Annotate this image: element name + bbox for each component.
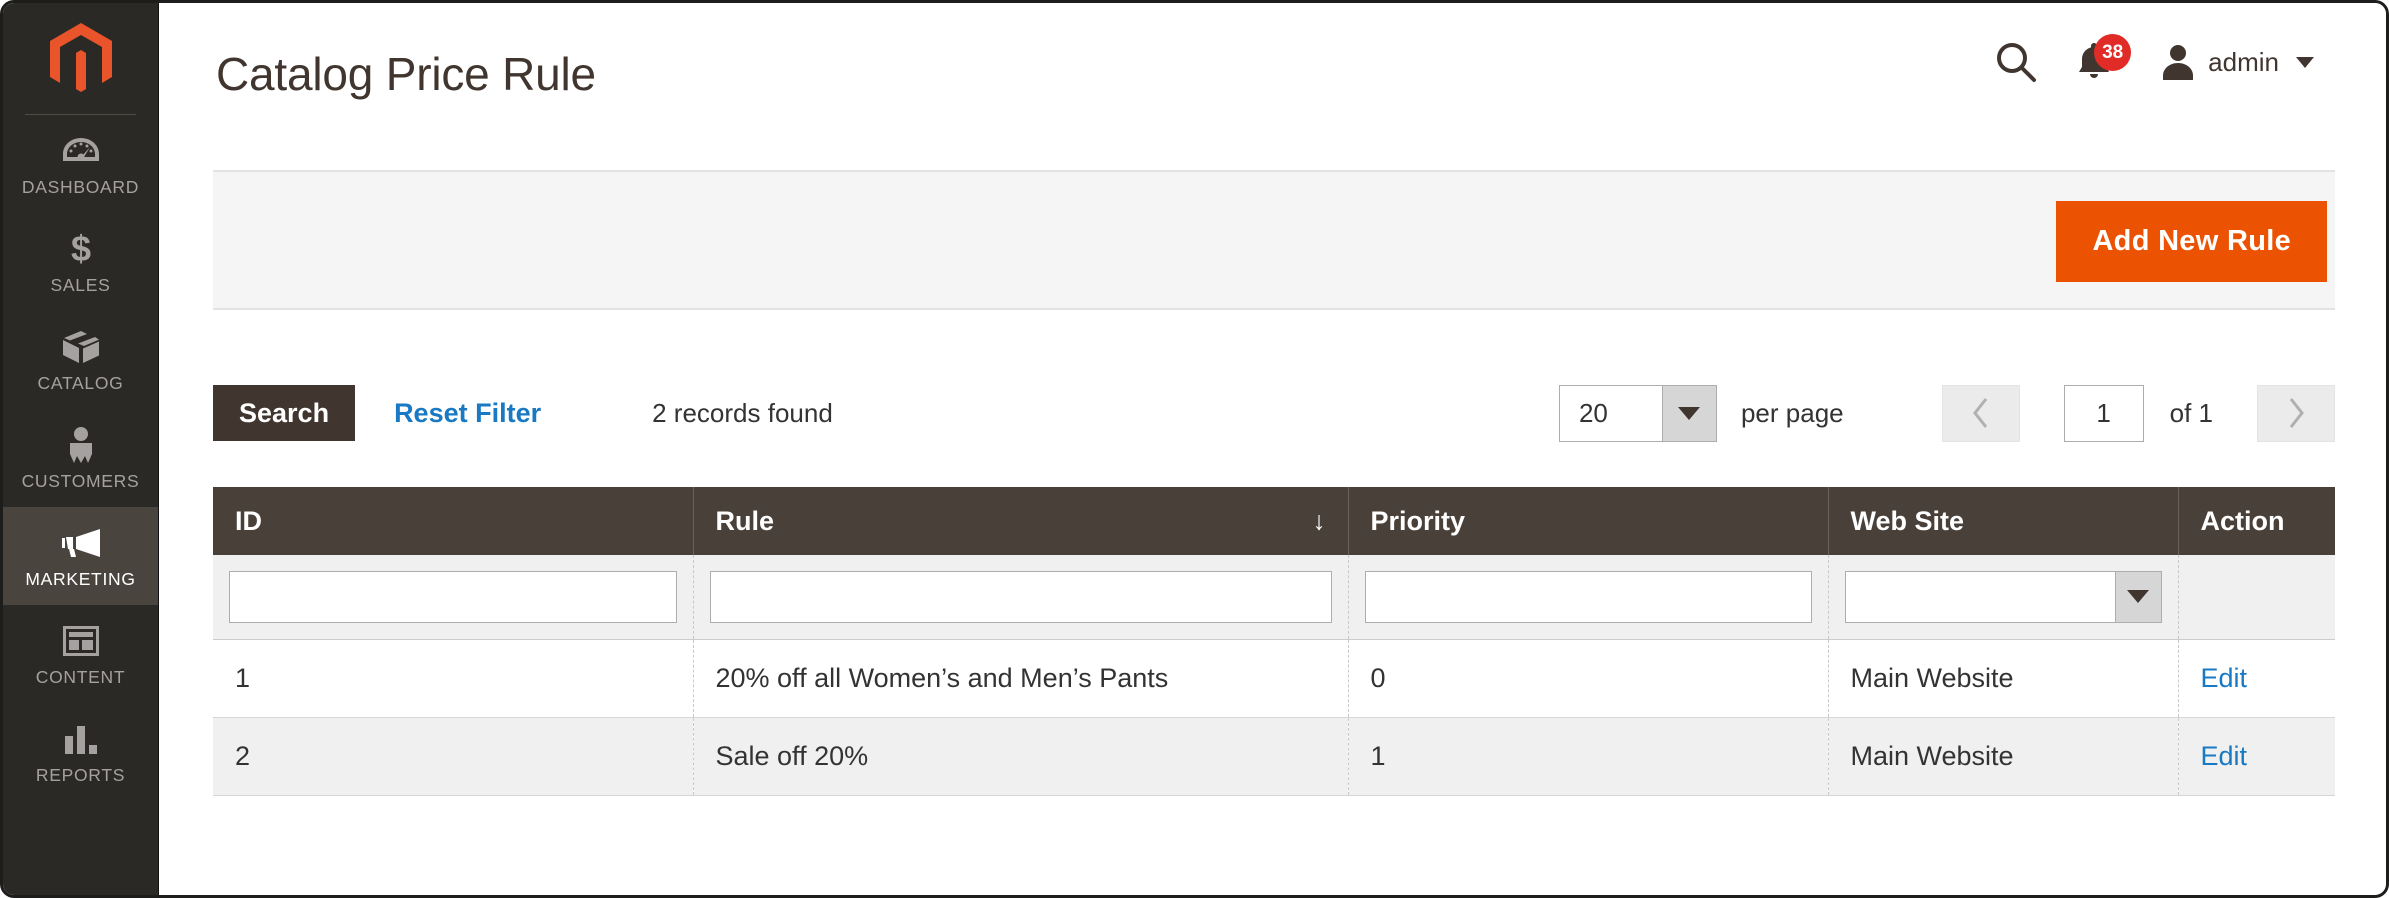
chevron-down-icon [2114, 571, 2161, 622]
column-label: Web Site [1850, 505, 1965, 536]
filter-cell-rule [693, 555, 1349, 640]
column-label: ID [235, 505, 262, 536]
table-row[interactable]: 1 20% off all Women’s and Men’s Pants 0 … [213, 639, 2335, 718]
add-new-rule-button[interactable]: Add New Rule [2056, 201, 2327, 282]
sidebar-item-dashboard[interactable]: DASHBOARD [3, 115, 158, 213]
admin-window: DASHBOARD $ SALES CATALOG CUSTOMERS MARK… [0, 0, 2389, 898]
cell-website: Main Website [1828, 639, 2179, 718]
total-pages-label: of 1 [2169, 397, 2213, 428]
cell-priority: 0 [1348, 639, 1829, 718]
filter-cell-id [213, 555, 694, 640]
admin-user-name: admin [2208, 47, 2279, 77]
next-page-button[interactable] [2257, 384, 2335, 442]
sidebar-item-label: CATALOG [37, 372, 124, 393]
sort-descending-icon: ↓ [1312, 505, 1326, 536]
search-button[interactable]: Search [213, 385, 356, 441]
table-row[interactable]: 2 Sale off 20% 1 Main Website Edit [213, 717, 2335, 796]
page-actions-bar: Add New Rule [213, 170, 2335, 310]
sidebar-item-label: REPORTS [35, 764, 126, 785]
filter-select-value [1846, 572, 2115, 622]
box-icon [61, 328, 101, 366]
column-label: Rule [715, 505, 775, 536]
column-label: Priority [1370, 505, 1466, 536]
grid-header-row: ID Rule ↓ Priority Web Site Action [213, 487, 2335, 555]
person-icon [66, 426, 96, 464]
layout-icon [62, 622, 99, 660]
header-actions: 38 admin [1995, 34, 2314, 83]
bar-chart-icon [64, 720, 98, 758]
per-page-select[interactable]: 20 [1558, 384, 1717, 442]
per-page-label: per page [1740, 397, 1844, 428]
cell-id: 2 [213, 717, 694, 796]
column-header-rule[interactable]: Rule ↓ [693, 487, 1349, 555]
previous-page-button[interactable] [1941, 384, 2020, 442]
column-header-id[interactable]: ID [213, 487, 694, 555]
filter-cell-action [2178, 555, 2335, 640]
grid-filter-row [213, 555, 2335, 640]
chevron-left-icon [1972, 398, 1987, 428]
notifications-button[interactable]: 38 [2077, 34, 2132, 81]
svg-text:$: $ [70, 230, 90, 268]
chevron-down-icon [1661, 385, 1716, 441]
dollar-icon: $ [70, 230, 92, 268]
records-found-text: 2 records found [652, 397, 833, 428]
chevron-down-icon [2296, 56, 2314, 68]
cell-rule: Sale off 20% [693, 717, 1349, 796]
search-icon[interactable] [1995, 41, 2037, 83]
cell-action: Edit [2178, 639, 2335, 718]
sidebar-item-catalog[interactable]: CATALOG [3, 311, 158, 409]
page-number-input[interactable] [2063, 384, 2144, 442]
column-label: Action [2200, 505, 2285, 536]
chevron-right-icon [2289, 398, 2304, 428]
cell-rule: 20% off all Women’s and Men’s Pants [693, 639, 1349, 718]
cell-website: Main Website [1828, 717, 2179, 796]
filter-select-website[interactable] [1844, 570, 2162, 623]
grid-toolbar: Search Reset Filter 2 records found 20 p… [213, 384, 2335, 442]
admin-user-menu[interactable]: admin [2161, 44, 2314, 80]
filter-cell-priority [1348, 555, 1829, 640]
sidebar-item-content[interactable]: CONTENT [3, 605, 158, 703]
sidebar-item-sales[interactable]: $ SALES [3, 213, 158, 311]
sidebar: DASHBOARD $ SALES CATALOG CUSTOMERS MARK… [3, 3, 159, 895]
reset-filter-link[interactable]: Reset Filter [394, 398, 541, 429]
megaphone-icon [60, 524, 102, 562]
sidebar-item-label: SALES [50, 274, 111, 295]
page-title: Catalog Price Rule [216, 48, 596, 100]
column-header-action: Action [2178, 487, 2335, 555]
sidebar-item-customers[interactable]: CUSTOMERS [3, 409, 158, 507]
catalog-price-rule-grid: ID Rule ↓ Priority Web Site Action 1 20%… [213, 487, 2335, 796]
page-header: Catalog Price Rule 38 admin [159, 3, 2386, 163]
edit-link[interactable]: Edit [2201, 663, 2248, 693]
column-header-priority[interactable]: Priority [1348, 487, 1829, 555]
sidebar-item-label: CONTENT [35, 666, 126, 687]
edit-link[interactable]: Edit [2201, 741, 2248, 771]
filter-input-priority[interactable] [1364, 570, 1812, 623]
sidebar-item-reports[interactable]: REPORTS [3, 703, 158, 801]
cell-priority: 1 [1348, 717, 1829, 796]
filter-input-id[interactable] [229, 570, 677, 623]
cell-id: 1 [213, 639, 694, 718]
column-header-website[interactable]: Web Site [1828, 487, 2179, 555]
sidebar-item-label: CUSTOMERS [21, 470, 140, 491]
magento-logo[interactable] [25, 3, 136, 115]
filter-input-rule[interactable] [709, 570, 1332, 623]
dashboard-icon [62, 132, 99, 170]
filter-cell-website [1828, 555, 2179, 640]
user-icon [2163, 45, 2194, 80]
per-page-value: 20 [1578, 397, 1608, 428]
grid-pager: 20 per page of 1 [1558, 384, 2335, 442]
cell-action: Edit [2178, 717, 2335, 796]
notification-count-badge: 38 [2094, 34, 2132, 71]
sidebar-item-label: DASHBOARD [21, 176, 140, 197]
grid-toolbar-left: Search Reset Filter 2 records found [213, 385, 833, 441]
sidebar-item-marketing[interactable]: MARKETING [3, 507, 158, 605]
sidebar-item-label: MARKETING [25, 568, 136, 589]
